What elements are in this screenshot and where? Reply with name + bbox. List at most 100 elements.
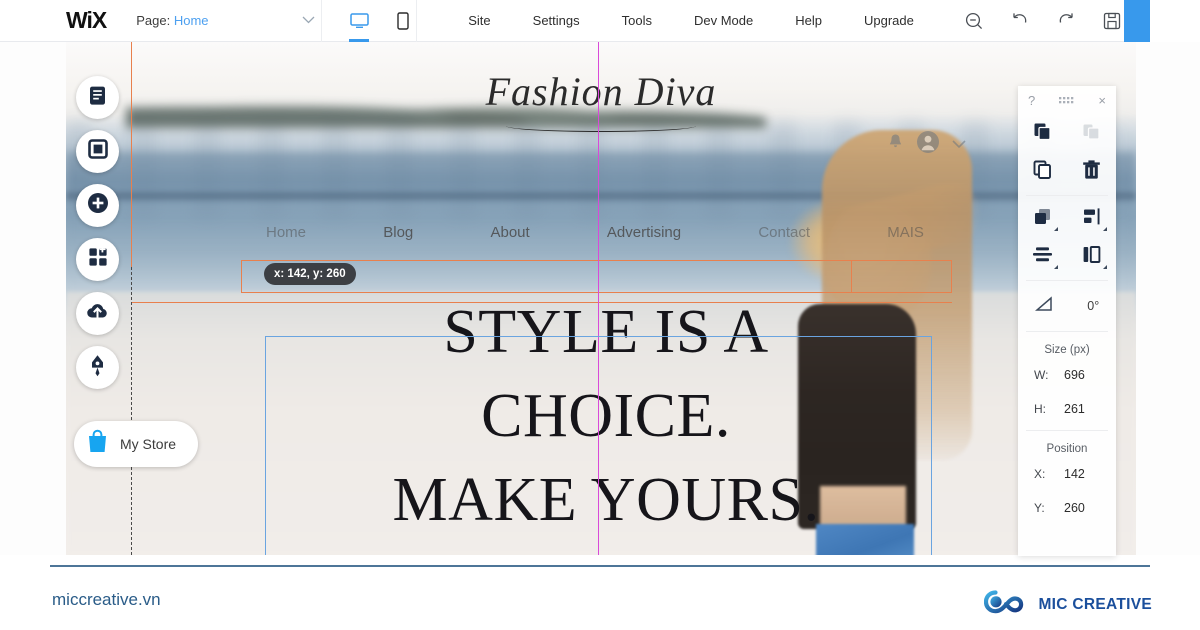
duplicate-button[interactable] (1018, 153, 1067, 191)
my-store-button[interactable]: My Store (74, 421, 198, 467)
footer-brand-text: MIC CREATIVE (1038, 595, 1152, 613)
page-selector-label: Page: (136, 13, 171, 28)
vertical-snap-guide (131, 42, 132, 267)
position-x-value[interactable]: 142 (1064, 467, 1085, 481)
panel-divider-1 (1026, 195, 1108, 196)
paste-style-button[interactable] (1067, 115, 1116, 153)
align-icon (1082, 207, 1102, 231)
menu-item-settings[interactable]: Settings (512, 0, 601, 42)
undo-icon[interactable] (997, 0, 1043, 42)
match-size-button[interactable] (1067, 238, 1116, 276)
menu-item-tools[interactable]: Tools (601, 0, 673, 42)
rotation-value[interactable]: 0° (1087, 299, 1099, 313)
mobile-view-button[interactable] (390, 0, 416, 42)
size-height-row: H: 261 (1018, 392, 1116, 426)
add-apps-icon (87, 246, 109, 273)
site-navigation: Home Blog About Advertising Contact MAIS (240, 214, 950, 250)
toolbar-divider-1 (321, 0, 323, 42)
size-width-label: W: (1034, 368, 1049, 382)
close-icon[interactable]: × (1098, 93, 1106, 108)
nav-item-mais[interactable]: MAIS (887, 224, 924, 241)
vertical-dashed-guide (131, 267, 132, 555)
align-expand-arrow (1103, 227, 1107, 231)
footer-site-url: miccreative.vn (52, 590, 161, 609)
panel-divider-4 (1026, 430, 1108, 431)
device-switcher (346, 0, 416, 42)
menus-and-pages-icon (87, 85, 108, 111)
size-height-value[interactable]: 261 (1064, 402, 1085, 416)
nav-item-home[interactable]: Home (266, 224, 306, 241)
chevron-down-icon (302, 15, 315, 27)
position-y-row: Y: 260 (1018, 491, 1116, 525)
menu-item-help[interactable]: Help (774, 0, 843, 42)
tool-panel-arrange (1018, 200, 1116, 276)
menu-item-site[interactable]: Site (447, 0, 511, 42)
my-store-label: My Store (120, 436, 177, 452)
match-size-expand-arrow (1103, 265, 1107, 269)
background-icon (87, 138, 109, 165)
nav-item-blog[interactable]: Blog (383, 224, 413, 241)
nav-item-outline (851, 260, 952, 293)
site-logo-text[interactable]: Fashion Diva (66, 68, 1136, 115)
site-account-icons (887, 130, 966, 159)
drag-dots-icon[interactable] (1059, 93, 1074, 108)
position-y-label: Y: (1034, 501, 1045, 515)
sidebar-item-background[interactable] (76, 130, 119, 173)
panel-divider-3 (1026, 331, 1108, 332)
avatar-icon[interactable] (916, 130, 940, 159)
size-height-label: H: (1034, 402, 1046, 416)
position-section-title: Position (1046, 443, 1088, 455)
copy-style-icon (1033, 122, 1052, 146)
zoom-out-icon[interactable] (951, 0, 997, 42)
size-width-row: W: 696 (1018, 358, 1116, 392)
sidebar-item-add-apps[interactable] (76, 238, 119, 281)
panel-divider-2 (1026, 280, 1108, 281)
position-y-value[interactable]: 260 (1064, 501, 1085, 515)
my-uploads-icon (86, 301, 109, 326)
size-section-title: Size (px) (1044, 344, 1090, 356)
top-toolbar: WiX Page: Home Site Settings Tools Dev M… (0, 0, 1200, 42)
floating-tool-panel: ? × 0° Size (px) W: 696 H: 261 Position … (1018, 86, 1116, 556)
redo-icon[interactable] (1043, 0, 1089, 42)
align-button[interactable] (1067, 200, 1116, 238)
selection-bounding-box[interactable] (265, 336, 932, 555)
sidebar-item-my-uploads[interactable] (76, 292, 119, 335)
arrange-button[interactable] (1018, 200, 1067, 238)
sidebar-item-menus-and-pages[interactable] (76, 76, 119, 119)
nav-item-advertising[interactable]: Advertising (607, 224, 681, 241)
horizontal-snap-guide (131, 302, 952, 303)
menu-item-upgrade[interactable]: Upgrade (843, 0, 935, 42)
copy-style-button[interactable] (1018, 115, 1067, 153)
page-selector-value: Home (173, 13, 209, 28)
footer-divider (50, 565, 1150, 567)
help-icon[interactable]: ? (1028, 93, 1035, 108)
menu-item-dev-mode[interactable]: Dev Mode (673, 0, 774, 42)
tool-panel-actions (1018, 115, 1116, 191)
rotation-row: 0° (1018, 285, 1116, 327)
desktop-view-button[interactable] (346, 0, 372, 42)
wix-logo[interactable]: WiX (66, 7, 107, 34)
coordinate-tooltip: x: 142, y: 260 (264, 263, 356, 285)
page-selector[interactable]: Page: Home (136, 0, 321, 42)
blog-icon (89, 354, 106, 382)
nav-item-about[interactable]: About (490, 224, 529, 241)
left-sidebar (76, 76, 119, 389)
duplicate-icon (1033, 160, 1052, 184)
publish-button[interactable] (1124, 0, 1150, 42)
nav-item-contact[interactable]: Contact (758, 224, 810, 241)
position-x-label: X: (1034, 467, 1046, 481)
rotation-icon[interactable] (1034, 295, 1054, 317)
footer-brand: MIC CREATIVE (984, 588, 1152, 621)
bell-icon[interactable] (887, 133, 904, 156)
paste-style-icon (1082, 122, 1101, 146)
match-size-icon (1082, 245, 1101, 269)
site-logo-flourish (506, 120, 696, 132)
arrange-icon (1033, 207, 1052, 231)
sidebar-item-add-elements[interactable] (76, 184, 119, 227)
delete-button[interactable] (1067, 153, 1116, 191)
size-width-value[interactable]: 696 (1064, 368, 1085, 382)
chevron-down-icon[interactable] (952, 136, 966, 154)
canvas-left-gutter (0, 42, 66, 555)
sidebar-item-blog[interactable] (76, 346, 119, 389)
distribute-button[interactable] (1018, 238, 1067, 276)
